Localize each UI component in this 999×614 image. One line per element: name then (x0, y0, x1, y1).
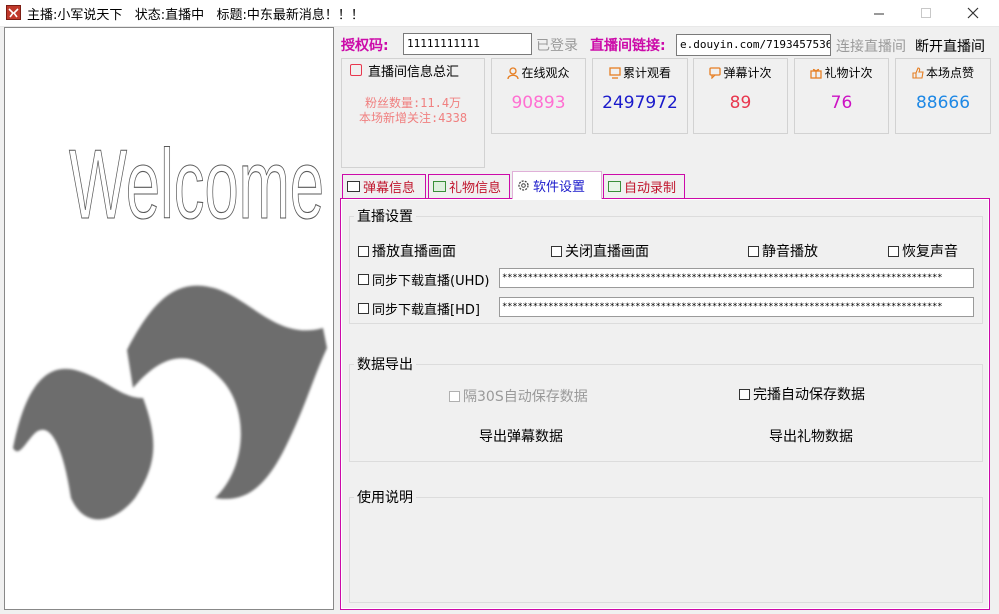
tab-gift-info[interactable]: 礼物信息 (428, 174, 510, 198)
checkbox-label: 播放直播画面 (372, 244, 456, 260)
gear-icon (517, 179, 530, 192)
stat-value: 2497972 (602, 93, 678, 113)
stat-label: 礼物计次 (824, 66, 873, 80)
auth-code-input[interactable]: 11111111111 (403, 33, 532, 55)
tab-danmu-info[interactable]: 弹幕信息 (342, 174, 426, 198)
user-icon (507, 67, 520, 80)
usage-group (349, 497, 983, 603)
minimize-icon (873, 13, 884, 14)
app-logo-icon (6, 5, 21, 20)
auto-save-end-checkbox[interactable]: 完播自动保存数据 (739, 384, 865, 404)
checkbox-label: 关闭直播画面 (565, 244, 649, 260)
new-follows: 本场新增关注:4338 (358, 111, 468, 125)
export-gift-button[interactable]: 导出礼物数据 (769, 426, 853, 446)
checkbox-box (551, 245, 562, 257)
checkbox-label: 隔30S自动保存数据 (463, 389, 588, 405)
checkbox-box (888, 245, 899, 257)
monitor-icon (609, 67, 621, 79)
minimize-button[interactable] (856, 0, 902, 26)
live-link-label: 直播间链接: (590, 38, 666, 54)
sync-download-uhd-checkbox[interactable]: 同步下载直播(UHD) (358, 270, 489, 289)
live-link-input[interactable]: e.douyin.com/7193457536605 (676, 34, 831, 56)
danmu-tab-icon (347, 181, 360, 192)
uhd-path-field[interactable]: ****************************************… (499, 268, 974, 288)
data-export-title: 数据导出 (354, 354, 416, 374)
checkbox-box (358, 245, 369, 257)
connect-live-button[interactable]: 连接直播间 (836, 36, 906, 56)
thumbs-up-icon (912, 67, 924, 79)
gift-icon (810, 67, 823, 79)
checkbox-label: 同步下载直播[HD] (372, 303, 480, 318)
disconnect-live-button[interactable]: 断开直播间 (915, 36, 985, 56)
tab-auto-record[interactable]: 自动录制 (603, 174, 685, 198)
window-title: 主播:小军说天下 状态:直播中 标题:中东最新消息！！！ (27, 8, 364, 23)
stat-label: 弹幕计次 (723, 66, 772, 80)
settings-panel: 直播设置 播放直播画面 关闭直播画面 静音播放 恢复声音 同步下载直播(UHD)… (340, 198, 990, 610)
checkbox-label: 完播自动保存数据 (753, 387, 865, 403)
tab-label: 软件设置 (533, 180, 586, 195)
checkbox-label: 恢复声音 (902, 244, 958, 260)
usage-title: 使用说明 (354, 487, 416, 507)
close-button[interactable] (950, 0, 996, 26)
tab-label: 礼物信息 (449, 181, 502, 196)
stat-value: 89 (729, 93, 752, 113)
stat-online-viewers: 在线观众 90893 (491, 58, 586, 134)
mute-checkbox[interactable]: 静音播放 (748, 241, 818, 261)
checkbox-box (739, 388, 750, 400)
data-export-group (349, 364, 983, 462)
chat-icon (709, 67, 722, 80)
stat-likes: 本场点赞 88666 (895, 58, 991, 134)
summary-box: 直播间信息总汇 粉丝数量:11.4万 本场新增关注:4338 (341, 58, 485, 168)
export-danmu-button[interactable]: 导出弹幕数据 (479, 426, 563, 446)
checkbox-box (358, 274, 369, 285)
stat-gift-count: 礼物计次 76 (794, 58, 889, 134)
stat-total-views: 累计观看 2497972 (592, 58, 688, 134)
close-icon (967, 7, 979, 19)
auth-code-label: 授权码: (341, 38, 389, 54)
close-live-checkbox[interactable]: 关闭直播画面 (551, 241, 649, 261)
stat-label: 在线观众 (521, 66, 570, 80)
live-preview: Welcome (4, 27, 334, 610)
auto-save-30s-checkbox[interactable]: 隔30S自动保存数据 (449, 386, 588, 406)
hd-path-field[interactable]: ****************************************… (499, 297, 974, 317)
tab-software-settings[interactable]: 软件设置 (512, 171, 602, 199)
checkbox-label: 同步下载直播(UHD) (372, 274, 490, 289)
play-live-checkbox[interactable]: 播放直播画面 (358, 241, 456, 261)
checkbox-box (358, 303, 369, 314)
checkbox-label: 静音播放 (762, 244, 818, 260)
gift-tab-icon (433, 181, 446, 192)
record-tab-icon (608, 181, 621, 192)
info-icon (350, 64, 362, 76)
maximize-button[interactable] (903, 0, 949, 26)
stat-label: 累计观看 (622, 66, 671, 80)
welcome-text: Welcome (69, 129, 324, 239)
wave-logo-icon (13, 285, 327, 520)
checkbox-box (748, 245, 759, 257)
maximize-icon (920, 7, 931, 18)
checkbox-box (449, 390, 460, 402)
restore-sound-checkbox[interactable]: 恢复声音 (888, 241, 958, 261)
sync-download-hd-checkbox[interactable]: 同步下载直播[HD] (358, 299, 480, 318)
stat-value: 90893 (511, 93, 566, 113)
stat-danmu-count: 弹幕计次 89 (693, 58, 788, 134)
stat-value: 88666 (915, 93, 971, 113)
tab-label: 自动录制 (624, 181, 677, 196)
stat-value: 76 (830, 93, 853, 113)
welcome-graphic: Welcome (13, 128, 327, 520)
summary-title: 直播间信息总汇 (368, 65, 460, 80)
tab-label: 弹幕信息 (363, 181, 416, 196)
stat-label: 本场点赞 (925, 66, 974, 80)
live-settings-title: 直播设置 (354, 206, 416, 226)
logged-in-button[interactable]: 已登录 (536, 35, 578, 55)
